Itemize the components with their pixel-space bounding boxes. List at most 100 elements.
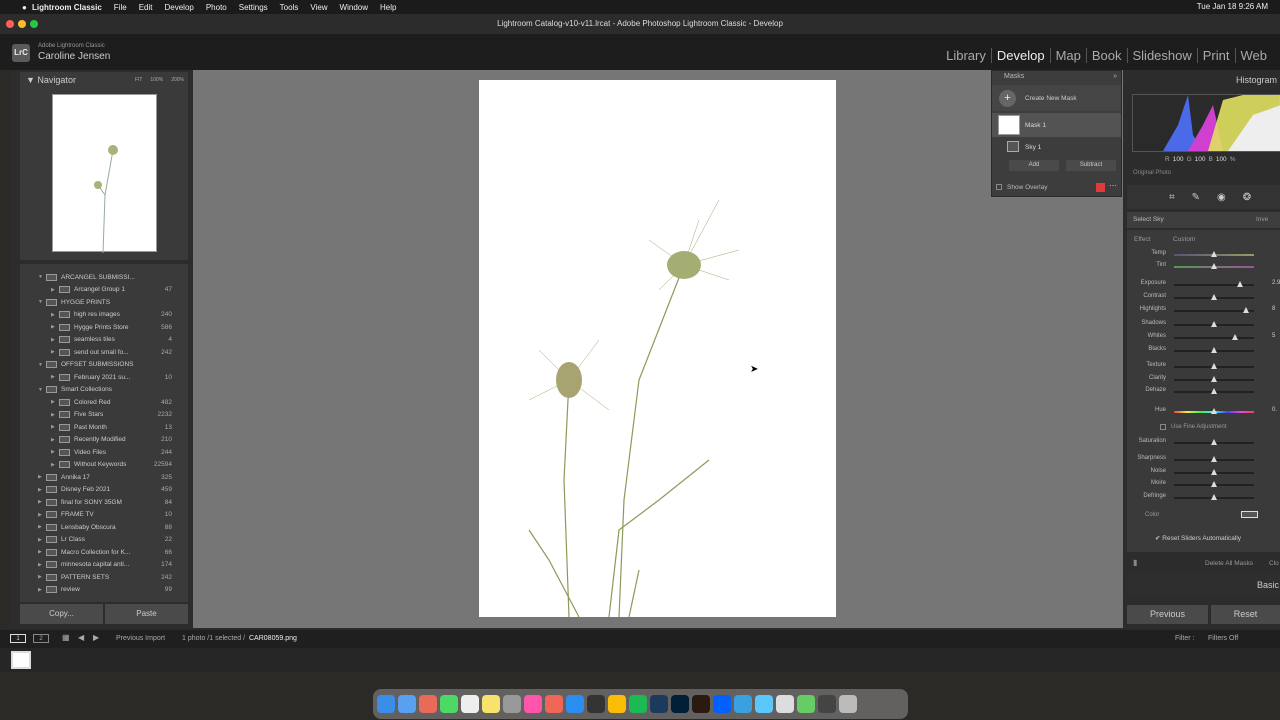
calendar-icon[interactable] [461,695,479,713]
create-mask-plus-icon[interactable]: + [999,90,1016,107]
menu-edit[interactable]: Edit [139,3,153,12]
forward-arrow-icon[interactable]: ▶ [93,633,99,642]
effect-preset-dropdown[interactable]: Custom [1173,236,1195,243]
zoom-200[interactable]: 200% [171,77,184,83]
filename-dropdown[interactable]: CAR08059.png [249,635,297,642]
collection-item[interactable]: ▶ Hygge Prints Store 586 [20,321,188,334]
collection-item[interactable]: ▶ Past Month 13 [20,421,188,434]
music-icon[interactable] [545,695,563,713]
overlay-color-swatch[interactable] [1096,183,1105,192]
original-photo-checkbox[interactable]: Original Photo [1133,170,1171,176]
disclosure-triangle-icon[interactable]: ▶ [38,537,46,543]
slider-highlights[interactable]: Highlights 8 [1130,306,1280,316]
menu-settings[interactable]: Settings [239,3,268,12]
slider-temp[interactable]: Temp [1130,250,1280,260]
collection-item[interactable]: ▶ seamless tiles 4 [20,334,188,347]
disclosure-triangle-icon[interactable]: ▶ [38,562,46,568]
menu-tools[interactable]: Tools [280,3,299,12]
slider-thumb[interactable] [1211,408,1217,414]
add-button[interactable]: Add [1009,160,1059,171]
lightroom-classic-icon[interactable] [650,695,668,713]
module-library[interactable]: Library [941,48,991,63]
collection-item[interactable]: ▶ Lr Class 22 [20,534,188,547]
terminal-icon[interactable] [587,695,605,713]
create-new-mask-button[interactable]: Create New Mask [1025,95,1077,102]
slider-thumb[interactable] [1211,469,1217,475]
copy-button[interactable]: Copy... [20,604,103,624]
disclosure-triangle-icon[interactable]: ▼ [38,299,46,305]
mail-icon[interactable] [398,695,416,713]
paste-button[interactable]: Paste [105,604,188,624]
collection-item[interactable]: ▶ minnesota capital anti... 174 [20,559,188,572]
menu-file[interactable]: File [114,3,127,12]
module-develop[interactable]: Develop [990,48,1050,63]
filters-off-dropdown[interactable]: Filters Off [1208,635,1238,642]
grid-view-icon[interactable]: ▦ [62,633,70,642]
collection-item[interactable]: ▶ Colored Red 482 [20,396,188,409]
collection-item[interactable]: ▼ HYGGE PRINTS [20,296,188,309]
disclosure-triangle-icon[interactable]: ▶ [38,474,46,480]
slider-thumb[interactable] [1243,307,1249,313]
slider-track[interactable] [1174,310,1254,312]
disclosure-triangle-icon[interactable]: ▶ [38,587,46,593]
slider-thumb[interactable] [1211,294,1217,300]
sky-1-item[interactable]: Sky 1 [1025,144,1041,151]
notes-icon[interactable] [482,695,500,713]
safari-icon[interactable] [566,695,584,713]
slider-thumb[interactable] [1211,439,1217,445]
collection-item[interactable]: ▼ ARCANGEL SUBMISSI... [20,271,188,284]
reset-sliders-checkbox[interactable]: ✔ Reset Sliders Automatically [1155,534,1241,542]
slider-saturation[interactable]: Saturation [1130,438,1280,448]
chrome-icon[interactable] [608,695,626,713]
filmstrip-thumbnail[interactable] [11,651,31,669]
delete-all-masks-button[interactable]: Delete All Masks [1205,560,1253,567]
dropbox-icon[interactable] [713,695,731,713]
back-arrow-icon[interactable]: ◀ [78,633,84,642]
disclosure-triangle-icon[interactable]: ▶ [51,424,59,430]
spotify-icon[interactable] [629,695,647,713]
minimize-window-button[interactable] [18,20,26,28]
slider-hue[interactable]: Hue 0. [1130,407,1280,417]
disclosure-triangle-icon[interactable]: ▶ [38,512,46,518]
slider-track[interactable] [1174,337,1254,339]
disclosure-triangle-icon[interactable]: ▶ [51,349,59,355]
disclosure-triangle-icon[interactable]: ▶ [38,524,46,530]
red-eye-tool-icon[interactable]: ◉ [1217,192,1226,203]
slider-value[interactable]: 2.9 [1272,280,1280,286]
show-overlay-checkbox[interactable] [996,184,1002,190]
mask-1-item[interactable]: Mask 1 [1025,122,1046,129]
source-label[interactable]: Previous Import [116,635,165,642]
masking-tool-icon[interactable]: ❂ [1243,192,1251,203]
slider-noise[interactable]: Noise [1130,468,1280,478]
crop-tool-icon[interactable]: ⌗ [1169,192,1175,203]
zoom-window-button[interactable] [30,20,38,28]
collection-item[interactable]: ▶ February 2021 su... 10 [20,371,188,384]
slider-value[interactable]: 8 [1272,306,1275,312]
app-store-icon[interactable] [734,695,752,713]
toggle-mask-switch-icon[interactable]: ▮ [1133,558,1137,567]
collection-item[interactable]: ▶ review 99 [20,584,188,597]
menu-help[interactable]: Help [380,3,396,12]
slider-blacks[interactable]: Blacks [1130,346,1280,356]
zoom-fit[interactable]: FIT [135,77,143,83]
photo[interactable] [479,80,836,618]
collection-item[interactable]: ▶ high res images 240 [20,309,188,322]
reset-button[interactable]: Reset [1211,605,1280,624]
collection-item[interactable]: ▶ send out small fo... 242 [20,346,188,359]
disclosure-triangle-icon[interactable]: ▼ [38,274,46,280]
slider-exposure[interactable]: Exposure 2.9 [1130,280,1280,290]
menu-develop[interactable]: Develop [164,3,193,12]
disclosure-triangle-icon[interactable]: ▶ [38,574,46,580]
navigator-title[interactable]: Navigator [37,75,76,85]
utility-icon[interactable] [776,695,794,713]
disclosure-triangle-icon[interactable]: ▶ [51,437,59,443]
expand-chevron-icon[interactable]: » [1113,73,1117,80]
main-window-button[interactable]: 1 [10,634,26,643]
slider-thumb[interactable] [1211,363,1217,369]
histogram-title[interactable]: Histogram [1236,75,1277,85]
previous-button[interactable]: Previous [1127,605,1208,624]
module-print[interactable]: Print [1196,48,1235,63]
slider-moire[interactable]: Moire [1130,480,1280,490]
slider-thumb[interactable] [1211,481,1217,487]
slider-texture[interactable]: Texture [1130,362,1280,372]
